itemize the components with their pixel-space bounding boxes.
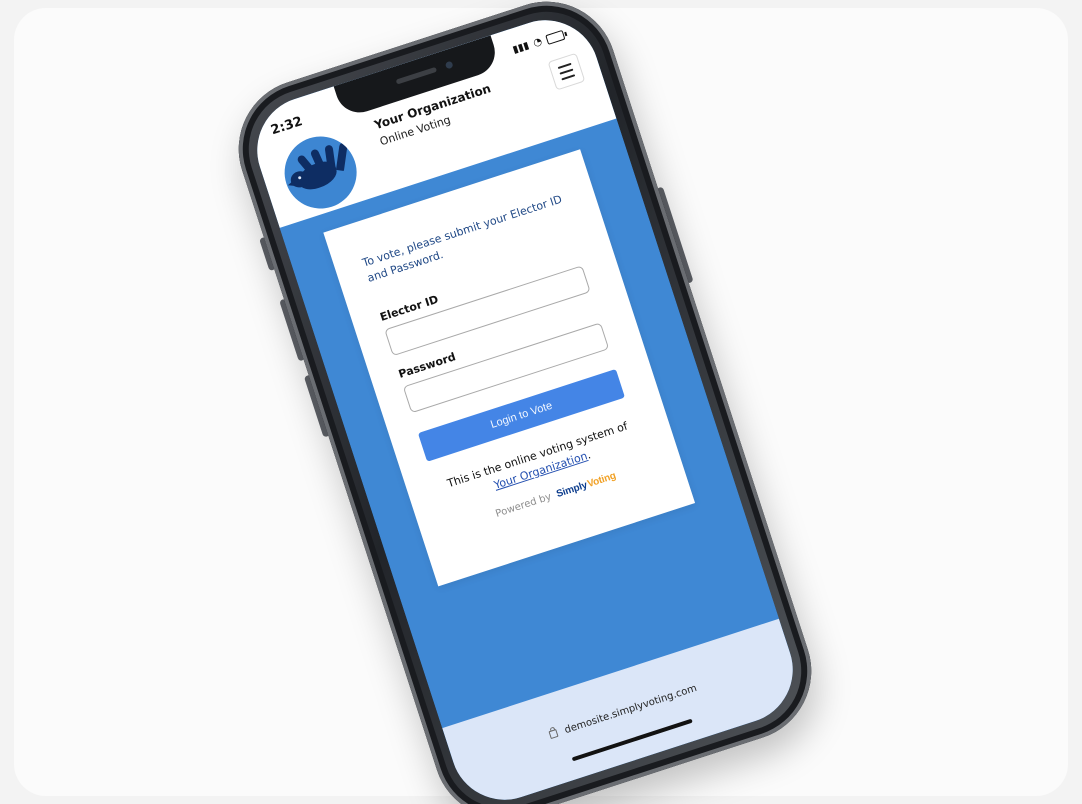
status-time: 2:32 bbox=[269, 114, 305, 139]
bird-wing-icon bbox=[335, 142, 348, 172]
speaker-icon bbox=[395, 66, 438, 85]
bird-beak-icon bbox=[287, 180, 296, 189]
lock-icon bbox=[548, 729, 559, 740]
wifi-icon: ◔ bbox=[531, 36, 544, 50]
brand-part-2: Voting bbox=[586, 470, 618, 490]
brand-part-1: Simply bbox=[555, 479, 589, 501]
screenshot-stage: 2:32 ▮▮▮ ◔ Your Organization Online Voti… bbox=[0, 0, 1082, 804]
simplyvoting-logo: Simply Voting bbox=[555, 470, 617, 500]
battery-icon bbox=[545, 29, 566, 45]
menu-icon-line bbox=[557, 62, 572, 70]
menu-icon-line bbox=[561, 74, 576, 81]
menu-icon-line bbox=[559, 68, 574, 75]
menu-button[interactable] bbox=[547, 52, 586, 91]
camera-icon bbox=[444, 60, 454, 70]
powered-by-label: Powered by bbox=[494, 491, 553, 520]
status-icons: ▮▮▮ ◔ bbox=[511, 29, 566, 56]
signal-icon: ▮▮▮ bbox=[511, 40, 531, 56]
